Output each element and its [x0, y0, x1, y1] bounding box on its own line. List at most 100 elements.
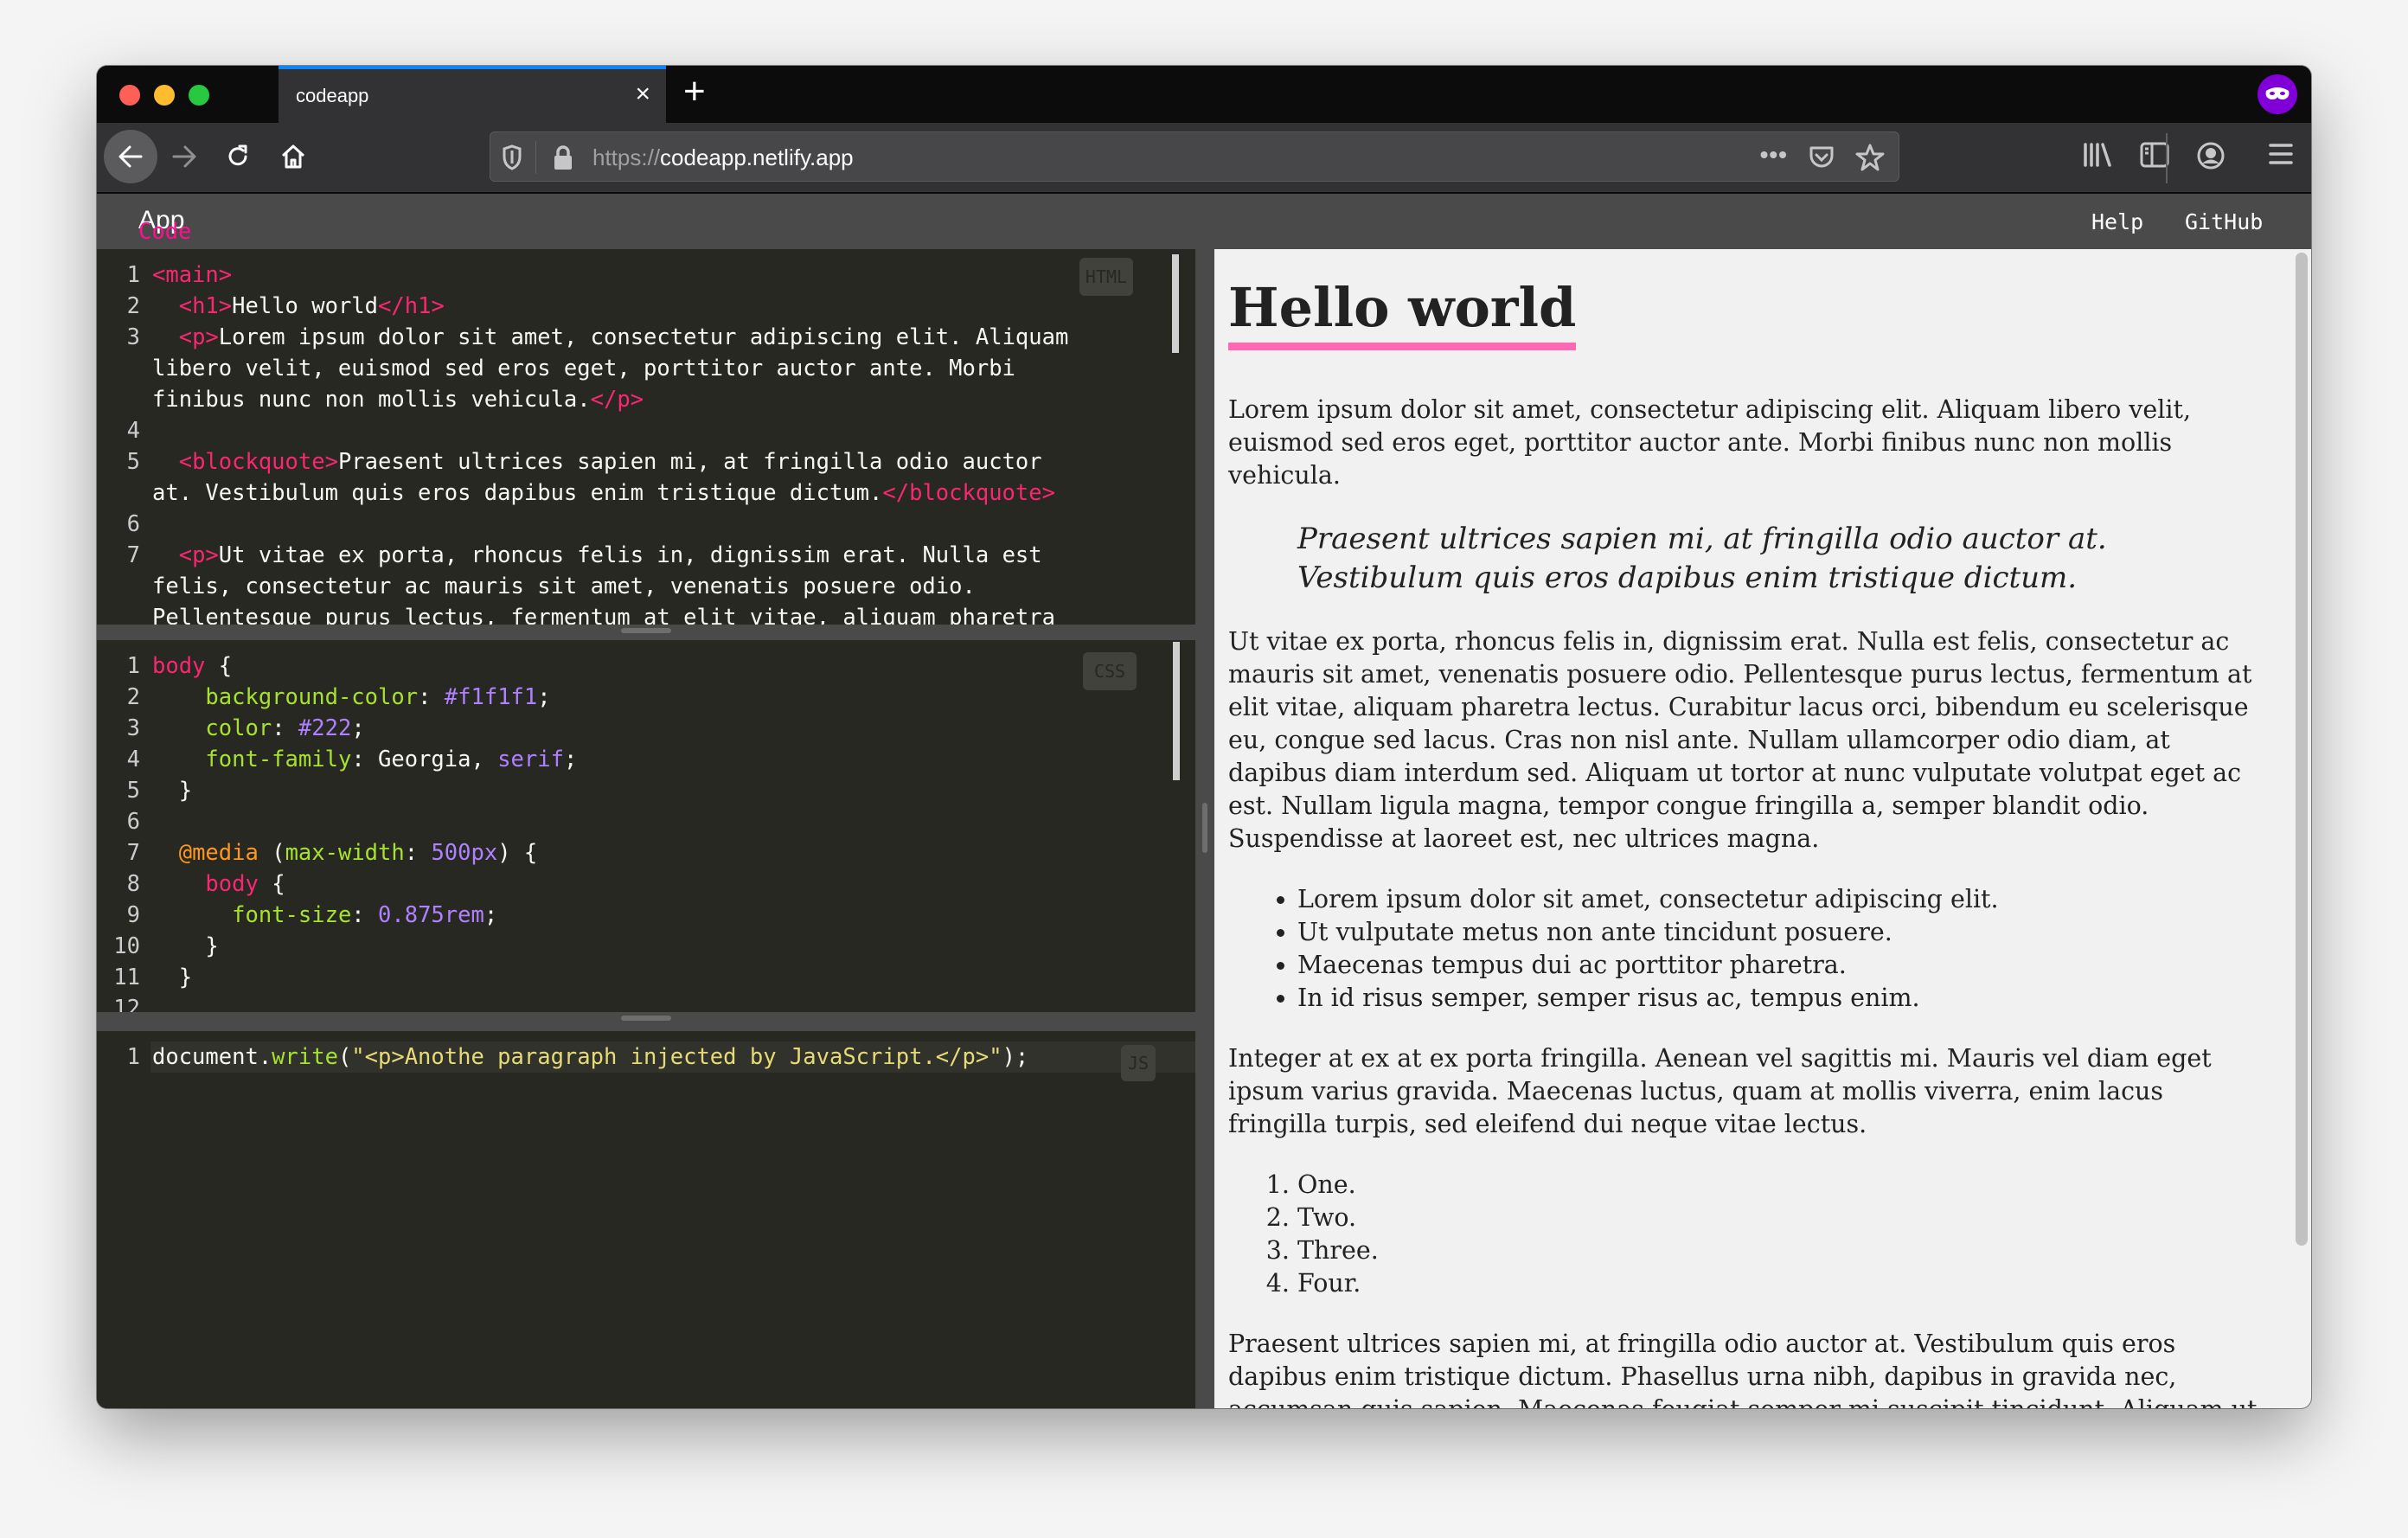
code-token: <blockquote> [178, 449, 338, 475]
code-line[interactable]: 3 color: #222; [97, 713, 577, 744]
code-token: { [205, 653, 233, 679]
code-token: : [418, 684, 445, 710]
url-bar[interactable]: https://codeapp.netlify.app ••• [490, 131, 1899, 182]
lock-icon[interactable] [553, 144, 573, 170]
code-token: : [351, 902, 379, 928]
editor-preview-resize-handle[interactable] [1195, 249, 1214, 1408]
line-number: 10 [113, 933, 140, 959]
preview-scrollbar[interactable] [2296, 253, 2308, 1246]
help-link[interactable]: Help [2091, 209, 2143, 234]
code-token: </blockquote> [882, 480, 1055, 506]
hamburger-menu-icon[interactable] [2268, 142, 2294, 166]
preview-blockquote: Praesent ultrices sapien mi, at fringill… [1297, 522, 2107, 595]
resize-grip[interactable] [621, 628, 671, 633]
tab-close-icon[interactable]: × [635, 80, 650, 109]
code-line[interactable]: Pellentesque purus lectus, fermentum at … [97, 602, 1068, 625]
account-icon[interactable] [2197, 142, 2225, 170]
code-line[interactable]: libero velit, euismod sed eros eget, por… [97, 353, 1068, 384]
code-token: #222 [298, 715, 352, 741]
code-line[interactable]: 1 document.write("<p>Anothe paragraph inj… [97, 1041, 1029, 1073]
preview-paragraph-3: Integer at ex at ex porta fringilla. Aen… [1228, 1044, 2212, 1138]
tab-codeapp[interactable]: codeapp × [279, 66, 666, 123]
code-token: "<p>Anothe paragraph injected by JavaScr… [351, 1044, 1002, 1070]
code-line[interactable]: 7 @media (max-width: 500px) { [97, 837, 577, 868]
preview-paragraph-2: Ut vitae ex porta, rhoncus felis in, dig… [1228, 627, 2252, 853]
code-token: font-family [205, 747, 352, 772]
code-line[interactable]: 9 font-size: 0.875rem; [97, 900, 577, 931]
library-icon[interactable] [2083, 142, 2112, 168]
list-item: Maecenas tempus dui ac porttitor pharetr… [1297, 949, 2266, 982]
bookmark-star-icon[interactable] [1855, 143, 1885, 172]
code-line[interactable]: 2 <h1>Hello world</h1> [97, 291, 1068, 322]
code-token: <h1> [178, 293, 233, 319]
code-line[interactable]: 8 body { [97, 868, 577, 900]
line-number: 4 [126, 418, 140, 444]
code-line[interactable]: at. Vestibulum quis eros dapibus enim tr… [97, 477, 1068, 509]
code-line[interactable]: 6 [97, 806, 577, 837]
code-line[interactable]: felis, consectetur ac mauris sit amet, v… [97, 571, 1068, 602]
code-line[interactable]: 6 [97, 509, 1068, 540]
page-actions-icon[interactable]: ••• [1760, 141, 1788, 169]
css-scrollbar[interactable] [1173, 642, 1180, 780]
code-token: : [272, 715, 298, 741]
url-text[interactable]: https://codeapp.netlify.app [592, 144, 854, 171]
resize-grip[interactable] [621, 1016, 671, 1021]
pocket-icon[interactable] [1809, 144, 1835, 170]
css-js-resize-handle[interactable] [97, 1012, 1195, 1031]
url-scheme: https:// [592, 144, 661, 170]
code-line[interactable]: 5 <blockquote>Praesent ultrices sapien m… [97, 446, 1068, 477]
html-editor[interactable]: 1 <main> 2 <h1>Hello world</h1> 3 <p>Lorem … [97, 249, 1195, 625]
code-line[interactable]: 5 } [97, 775, 577, 806]
new-tab-button[interactable]: + [683, 73, 706, 111]
code-line[interactable]: 7 <p>Ut vitae ex porta, rhoncus felis in… [97, 540, 1068, 571]
css-code[interactable]: 1 body {2 background-color: #f1f1f1; 3 col… [97, 650, 577, 1012]
forward-button[interactable] [157, 130, 211, 183]
tracking-shield-icon[interactable] [503, 144, 522, 170]
line-number: 2 [126, 293, 140, 319]
code-line[interactable]: 4 font-family: Georgia, serif; [97, 744, 578, 775]
list-item: Four. [1297, 1267, 2266, 1300]
code-token: at. Vestibulum quis eros dapibus enim tr… [152, 480, 883, 506]
url-host: codeapp.netlify.app [660, 144, 854, 170]
code-token: libero velit, euismod sed eros eget, por… [152, 356, 1015, 381]
code-line[interactable]: 4 [97, 415, 1068, 446]
code-token: ); [1002, 1044, 1029, 1070]
app-logo[interactable]: Code App [138, 206, 191, 245]
js-code[interactable]: 1 document.write("<p>Anothe paragraph inj… [97, 1041, 1029, 1073]
reload-button[interactable] [211, 130, 265, 183]
home-button[interactable] [266, 130, 320, 183]
code-line[interactable]: 10 } [97, 931, 577, 962]
code-token: </h1> [378, 293, 445, 319]
code-line[interactable]: 11 } [97, 962, 577, 993]
code-token: #f1f1f1 [444, 684, 538, 710]
close-window-button[interactable] [119, 85, 140, 106]
zoom-window-button[interactable] [189, 85, 209, 106]
html-scrollbar[interactable] [1172, 254, 1179, 353]
code-token: @media [178, 840, 259, 866]
html-css-resize-handle[interactable] [97, 625, 1195, 640]
code-token: font-size [232, 902, 352, 928]
html-code[interactable]: 1 <main> 2 <h1>Hello world</h1> 3 <p>Lorem … [97, 260, 1069, 625]
back-button[interactable] [104, 130, 157, 183]
resize-grip[interactable] [1202, 803, 1207, 853]
code-line[interactable]: 2 background-color: #f1f1f1; [97, 682, 577, 713]
line-number: 9 [126, 902, 140, 928]
minimize-window-button[interactable] [154, 85, 175, 106]
code-line[interactable]: 3 <p>Lorem ipsum dolor sit amet, consect… [97, 322, 1069, 353]
code-token: serif [497, 747, 564, 772]
js-editor[interactable]: 1 document.write("<p>Anothe paragraph inj… [97, 1031, 1195, 1408]
line-number: 6 [126, 809, 140, 835]
list-item: One. [1297, 1169, 2266, 1202]
github-link[interactable]: GitHub [2185, 209, 2263, 234]
css-editor[interactable]: 1 body {2 background-color: #f1f1f1; 3 col… [97, 640, 1195, 1012]
sidebar-icon[interactable] [2140, 142, 2169, 168]
code-line[interactable]: finibus nunc non mollis vehicula.</p> [97, 384, 1068, 415]
code-line[interactable]: 1 <main> [97, 260, 1068, 291]
code-line[interactable]: 12 [97, 993, 577, 1012]
code-token: felis, consectetur ac mauris sit amet, v… [152, 574, 976, 599]
code-line[interactable]: 1 body { [97, 650, 577, 682]
